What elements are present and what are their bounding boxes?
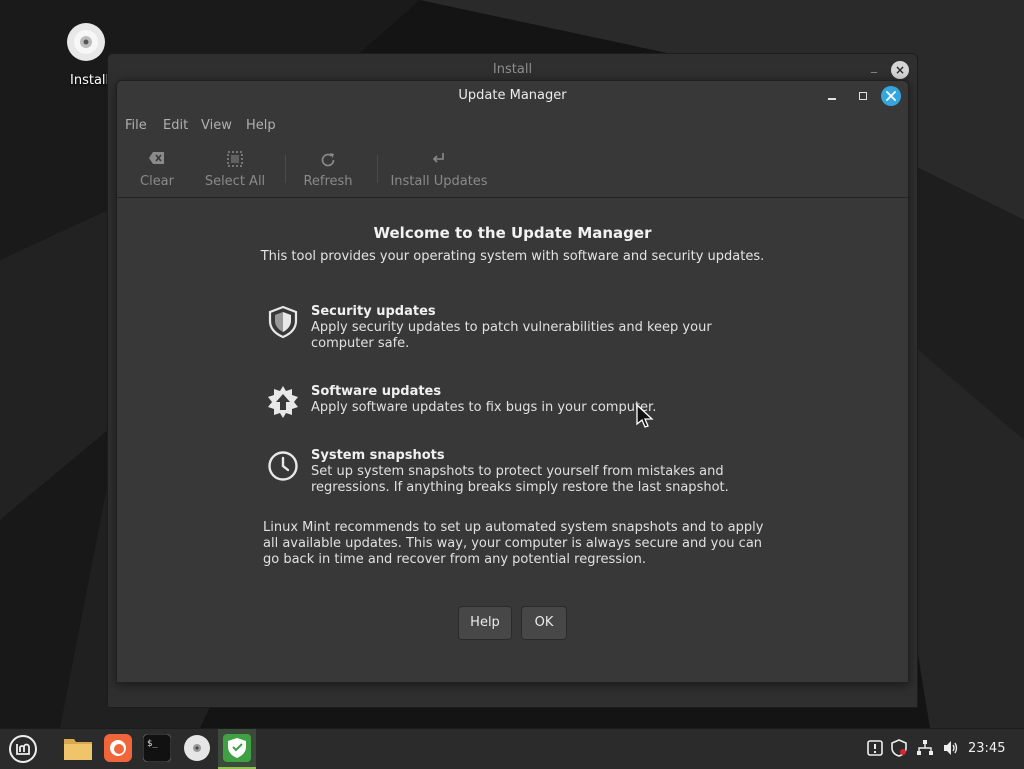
terminal-icon: $_ <box>143 734 171 762</box>
close-button[interactable] <box>881 86 901 106</box>
taskbar-terminal[interactable]: $_ <box>138 729 176 769</box>
taskbar-install-disc[interactable] <box>178 729 216 769</box>
menu-view[interactable]: View <box>201 118 232 133</box>
update-manager-icon <box>223 734 251 762</box>
taskbar: $_ 23:45 <box>0 728 1024 769</box>
refresh-label: Refresh <box>303 174 353 189</box>
close-icon <box>886 91 896 101</box>
feature-title: Software updates <box>311 384 442 399</box>
enter-icon <box>432 153 444 163</box>
feature-description: Apply security updates to patch vulnerab… <box>311 320 712 351</box>
volume-icon[interactable] <box>942 739 960 757</box>
menu-file[interactable]: File <box>125 118 147 133</box>
firefox-icon <box>104 734 132 762</box>
toolbar-separator <box>285 155 286 183</box>
install-disc-icon <box>184 735 210 761</box>
update-badge-icon <box>268 386 298 418</box>
taskbar-update-manager[interactable] <box>218 729 256 769</box>
install-updates-label: Install Updates <box>390 174 488 189</box>
taskbar-firefox[interactable] <box>98 729 136 769</box>
notification-icon[interactable] <box>866 739 884 757</box>
menu-icon <box>9 735 37 763</box>
feature-title: Security updates <box>311 304 436 319</box>
toolbar-separator <box>377 155 378 183</box>
recommendation-text: Linux Mint recommends to set up automate… <box>263 520 764 567</box>
ok-button[interactable]: OK <box>521 606 567 640</box>
help-button[interactable]: Help <box>458 606 512 640</box>
svg-text:$_: $_ <box>147 739 158 749</box>
welcome-page: Welcome to the Update Manager This tool … <box>117 198 908 682</box>
clear-button[interactable]: Clear <box>129 147 185 191</box>
window-title: Update Manager <box>458 88 567 103</box>
feature-title: System snapshots <box>311 448 445 463</box>
minimize-button[interactable] <box>823 87 841 105</box>
menu-edit[interactable]: Edit <box>163 118 188 133</box>
menu-help[interactable]: Help <box>246 118 276 133</box>
clock[interactable]: 23:45 <box>968 741 1005 756</box>
menu-button[interactable] <box>2 729 40 769</box>
network-icon[interactable] <box>916 739 934 757</box>
taskbar-files[interactable] <box>58 729 96 769</box>
shield-icon[interactable] <box>890 739 908 757</box>
install-updates-button[interactable]: Install Updates <box>389 147 489 191</box>
feature-description: Set up system snapshots to protect yours… <box>311 464 729 495</box>
install-minimize-button[interactable]: _ <box>866 58 882 74</box>
update-manager-window: Update Manager File Edit View Help Clear <box>116 80 909 683</box>
files-icon <box>64 739 92 760</box>
select-all-button[interactable]: Select All <box>203 147 267 191</box>
desktop-icon-label: Install <box>70 73 110 88</box>
titlebar[interactable]: Update Manager <box>117 81 908 111</box>
clear-label: Clear <box>140 174 174 189</box>
feature-system-snapshots: System snapshots Set up system snapshots… <box>265 448 729 496</box>
refresh-icon <box>321 153 335 167</box>
toolbar: Clear Select All Refresh Install Updates <box>117 141 908 198</box>
install-window-title: Install <box>492 62 533 77</box>
disc-icon <box>67 23 105 61</box>
feature-description: Apply software updates to fix bugs in yo… <box>311 400 657 415</box>
welcome-title: Welcome to the Update Manager <box>373 224 652 242</box>
clock-icon <box>268 451 298 481</box>
feature-software-updates: Software updates Apply software updates … <box>265 384 725 420</box>
refresh-button[interactable]: Refresh <box>301 147 355 191</box>
shield-icon <box>268 305 298 339</box>
maximize-button[interactable] <box>854 87 872 105</box>
select-all-icon <box>227 151 243 167</box>
mouse-cursor <box>636 404 654 428</box>
select-all-label: Select All <box>204 174 266 189</box>
welcome-subtitle: This tool provides your operating system… <box>260 249 765 264</box>
install-close-button[interactable]: × <box>891 61 909 79</box>
feature-security-updates: Security updates Apply security updates … <box>265 304 725 352</box>
backspace-icon <box>149 152 164 164</box>
